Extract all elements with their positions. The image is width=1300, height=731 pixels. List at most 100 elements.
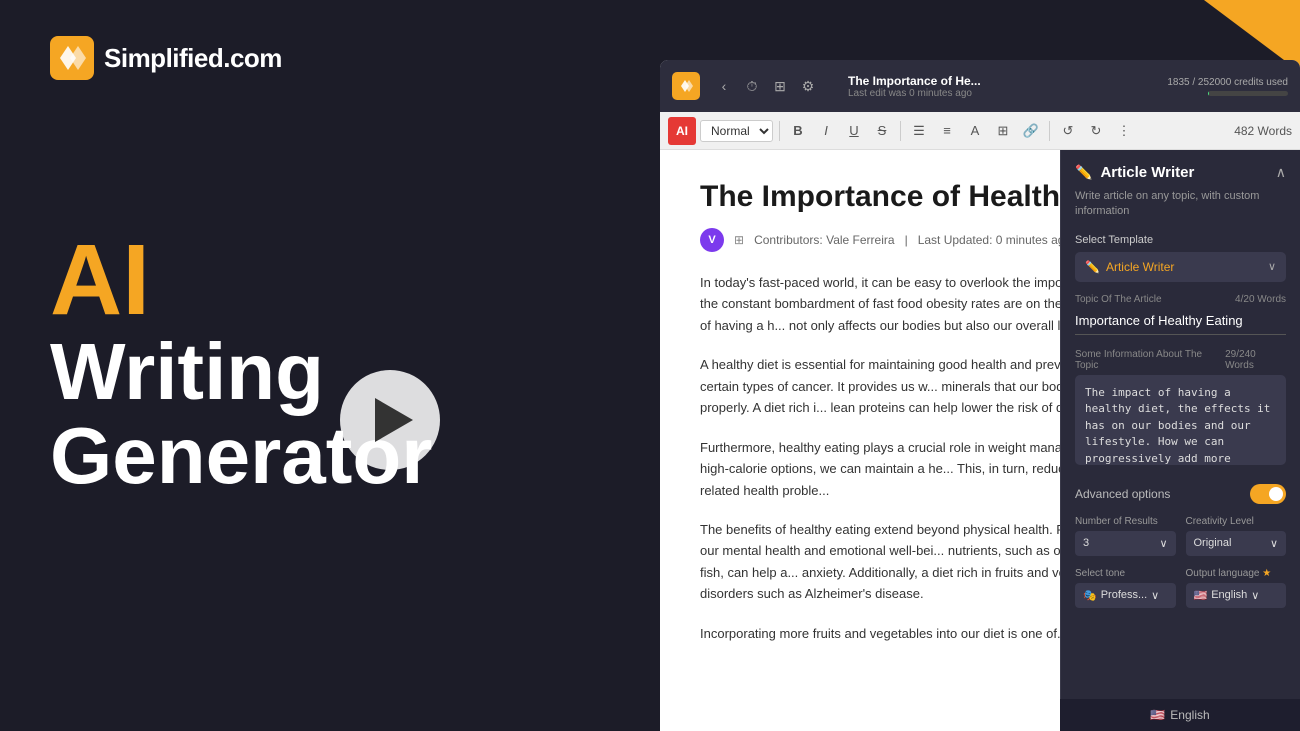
template-select-text: ✏️ Article Writer (1085, 260, 1174, 274)
template-chevron-icon: ∨ (1268, 260, 1276, 273)
format-underline-button[interactable]: U (842, 119, 866, 143)
doc-contributors: Contributors: Vale Ferreira (754, 233, 895, 247)
credit-bar (1208, 91, 1288, 96)
tone-select[interactable]: 🎭 Profess... ∨ (1075, 583, 1176, 608)
article-writer-panel: ✏️ Article Writer ∧ Write article on any… (1060, 150, 1300, 731)
format-bold-button[interactable]: B (786, 119, 810, 143)
tone-col: Select tone 🎭 Profess... ∨ (1075, 568, 1176, 608)
toolbar-nav-icons: ‹ ⏱ ⊞ ⚙ (712, 74, 820, 98)
toolbar-subtitle: Last edit was 0 minutes ago (848, 88, 981, 99)
num-results-select[interactable]: 3 ∨ (1075, 531, 1176, 556)
nav-settings-button[interactable]: ⚙ (796, 74, 820, 98)
tone-chevron: ∨ (1151, 589, 1159, 602)
topic-input[interactable] (1075, 309, 1286, 335)
logo-icon (50, 36, 94, 80)
format-strikethrough-button[interactable]: S (870, 119, 894, 143)
panel-title-row: ✏️ Article Writer (1075, 164, 1194, 181)
lang-flag: 🇺🇸 (1194, 589, 1208, 602)
app-logo-icon (672, 72, 700, 100)
logo-text: Simplified.com (104, 43, 282, 74)
topic-label-row: Topic Of The Article 4/20 Words (1075, 294, 1286, 305)
contributors-icon: ⊞ (734, 233, 744, 247)
format-more-button[interactable]: ⋮ (1112, 119, 1136, 143)
lang-label: Output language (1186, 568, 1260, 579)
format-ai-button[interactable]: AI (668, 117, 696, 145)
format-undo-button[interactable]: ↺ (1056, 119, 1080, 143)
format-table-button[interactable]: ⊞ (991, 119, 1015, 143)
panel-pencil-icon: ✏️ (1075, 164, 1092, 181)
num-results-chevron: ∨ (1159, 537, 1167, 550)
bottom-lang-text: English (1170, 708, 1209, 722)
lang-chevron: ∨ (1251, 589, 1259, 602)
doc-separator: | (905, 233, 908, 247)
tone-value: Profess... (1101, 589, 1147, 601)
info-textarea[interactable] (1075, 375, 1286, 465)
toolbar-title: The Importance of He... Last edit was 0 … (848, 74, 981, 99)
creativity-col: Creativity Level Original ∨ (1186, 516, 1287, 556)
tone-flag: 🎭 (1083, 589, 1097, 602)
panel-title: Article Writer (1100, 164, 1194, 181)
format-align-button[interactable]: ≡ (935, 119, 959, 143)
template-value: Article Writer (1106, 260, 1174, 274)
template-pencil-icon: ✏️ (1085, 260, 1100, 274)
format-italic-button[interactable]: I (814, 119, 838, 143)
hero-ai-label: AI (50, 230, 432, 330)
logo-area: Simplified.com (50, 36, 282, 80)
topic-label: Topic Of The Article (1075, 294, 1162, 305)
app-window: ‹ ⏱ ⊞ ⚙ The Importance of He... Last edi… (660, 60, 1300, 731)
format-divider-1 (779, 121, 780, 141)
toolbar-credit: 1835 / 252000 credits used (1167, 77, 1288, 96)
tone-lang-row: Select tone 🎭 Profess... ∨ Output langua… (1075, 568, 1286, 608)
nav-grid-button[interactable]: ⊞ (768, 74, 792, 98)
format-style-select[interactable]: Normal (700, 120, 773, 142)
bottom-bar: 🇺🇸 English (1060, 699, 1300, 731)
advanced-options-toggle[interactable] (1250, 484, 1286, 504)
format-redo-button[interactable]: ↻ (1084, 119, 1108, 143)
app-toolbar: ‹ ⏱ ⊞ ⚙ The Importance of He... Last edi… (660, 60, 1300, 112)
topic-word-count: 4/20 Words (1235, 294, 1286, 305)
toggle-knob (1269, 487, 1283, 501)
panel-subtitle: Write article on any topic, with custom … (1075, 189, 1286, 220)
format-divider-3 (1049, 121, 1050, 141)
num-results-label: Number of Results (1075, 516, 1176, 527)
lang-select[interactable]: 🇺🇸 English ∨ (1186, 583, 1287, 608)
results-creativity-row: Number of Results 3 ∨ Creativity Level O… (1075, 516, 1286, 556)
creativity-chevron: ∨ (1270, 537, 1278, 550)
info-label-row: Some Information About The Topic 29/240 … (1075, 349, 1286, 371)
doc-avatar: V (700, 228, 724, 252)
bottom-language: 🇺🇸 English (1150, 708, 1209, 722)
template-select[interactable]: ✏️ Article Writer ∨ (1075, 252, 1286, 282)
crown-icon: ★ (1262, 568, 1271, 579)
format-link-button[interactable]: 🔗 (1019, 119, 1043, 143)
creativity-value: Original (1194, 537, 1232, 549)
doc-updated: Last Updated: 0 minutes ago (918, 233, 1071, 247)
credit-bar-fill (1208, 91, 1209, 96)
nav-back-button[interactable]: ‹ (712, 74, 736, 98)
info-label: Some Information About The Topic (1075, 349, 1225, 371)
advanced-options-row: Advanced options (1075, 484, 1286, 504)
num-results-col: Number of Results 3 ∨ (1075, 516, 1176, 556)
panel-collapse-button[interactable]: ∧ (1276, 164, 1286, 181)
format-toolbar: AI Normal B I U S ☰ ≡ A ⊞ 🔗 ↺ ↻ ⋮ 482 Wo… (660, 112, 1300, 150)
toolbar-credit-text: 1835 / 252000 credits used (1167, 77, 1288, 88)
creativity-select[interactable]: Original ∨ (1186, 531, 1287, 556)
lang-label-row: Output language ★ (1186, 568, 1287, 579)
num-results-value: 3 (1083, 537, 1089, 549)
format-divider-2 (900, 121, 901, 141)
word-count: 482 Words (1234, 124, 1292, 138)
lang-value: English (1211, 589, 1247, 601)
play-triangle-icon (375, 398, 413, 442)
format-font-button[interactable]: A (963, 119, 987, 143)
play-button[interactable] (340, 370, 440, 470)
tone-label: Select tone (1075, 568, 1176, 579)
toolbar-title-text: The Importance of He... (848, 74, 981, 88)
nav-clock-button[interactable]: ⏱ (740, 74, 764, 98)
bottom-lang-flag: 🇺🇸 (1150, 708, 1165, 722)
panel-header: ✏️ Article Writer ∧ (1075, 164, 1286, 181)
advanced-options-label: Advanced options (1075, 487, 1170, 501)
select-template-label: Select Template (1075, 234, 1286, 246)
format-list-button[interactable]: ☰ (907, 119, 931, 143)
creativity-label: Creativity Level (1186, 516, 1287, 527)
info-word-count: 29/240 Words (1225, 349, 1286, 371)
lang-col: Output language ★ 🇺🇸 English ∨ (1186, 568, 1287, 608)
